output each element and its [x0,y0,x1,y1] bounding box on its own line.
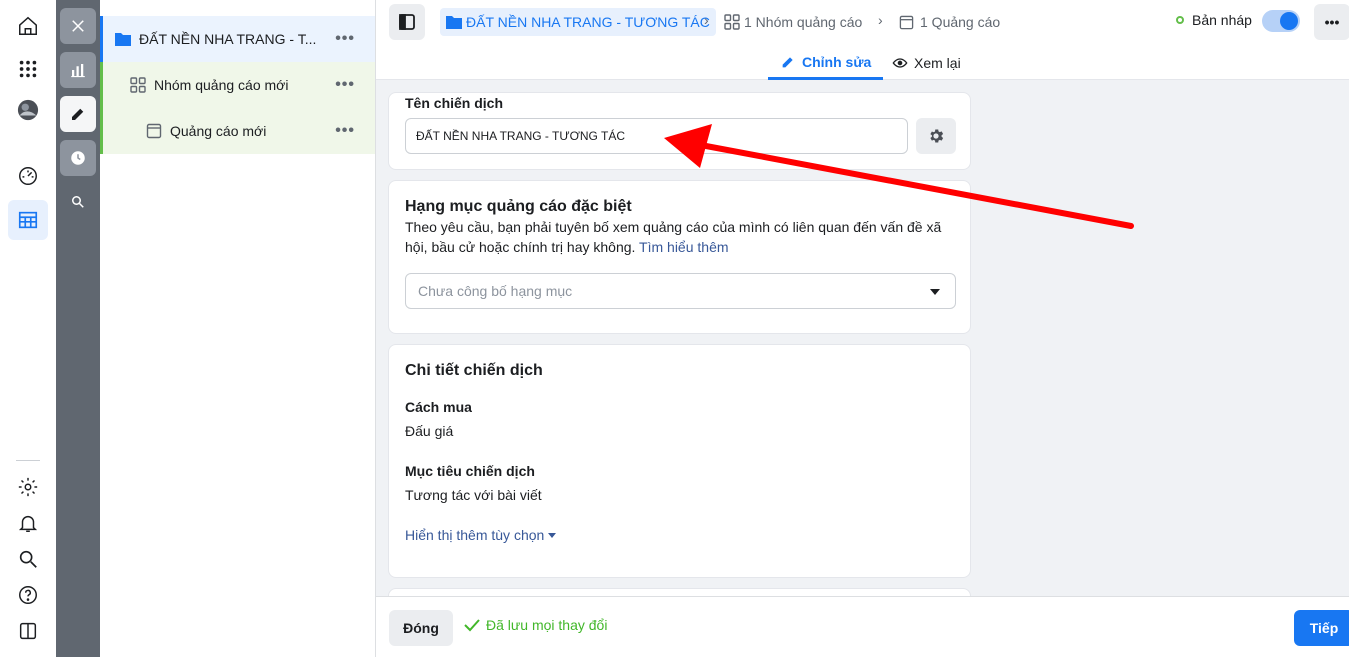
more-options-icon[interactable]: ••• [335,76,355,94]
status-dot-icon [1176,16,1184,24]
editor-footer: Đóng Đã lưu mọi thay đổi Tiếp [376,596,1349,657]
editor-content: Tên chiến dịch ĐẤT NỀN NHA TRANG - TƯƠNG… [376,80,1349,596]
campaign-tree: ĐẤT NỀN NHA TRANG - T... ••• Nhóm quảng … [100,0,376,657]
history-clock-icon[interactable] [60,140,96,176]
draft-status: Bản nháp [1176,12,1252,28]
tree-item-campaign[interactable]: ĐẤT NỀN NHA TRANG - T... ••• [100,16,375,62]
ad-page-icon [899,15,914,30]
eye-icon [892,55,908,71]
edit-pencil-icon[interactable] [60,96,96,132]
breadcrumb-campaign[interactable]: ĐẤT NỀN NHA TRANG - TƯƠNG TÁC [440,8,716,36]
show-more-label: Hiển thị thêm tùy chọn [405,527,545,543]
global-nav [0,0,56,657]
avatar[interactable] [8,90,48,130]
campaign-name-card: Tên chiến dịch ĐẤT NỀN NHA TRANG - TƯƠNG… [388,92,971,170]
reports-chart-icon[interactable] [60,52,96,88]
campaign-name-input[interactable]: ĐẤT NỀN NHA TRANG - TƯƠNG TÁC [405,118,908,154]
objective-value: Tương tác với bài viết [405,487,542,503]
objective-label: Mục tiêu chiến dịch [405,463,535,479]
tree-item-label: ĐẤT NỀN NHA TRANG - T... [139,31,317,47]
tree-item-label: Nhóm quảng cáo mới [154,77,289,93]
draft-toggle[interactable] [1262,10,1300,32]
dashboard-gauge-icon[interactable] [8,156,48,196]
close-button[interactable]: Đóng [389,610,453,646]
campaign-name-label: Tên chiến dịch [405,95,504,111]
adset-grid-icon [724,14,740,30]
search-icon[interactable] [8,539,48,579]
special-category-description: Theo yêu cầu, bạn phải tuyên bố xem quản… [405,217,945,257]
panel-toggle-icon[interactable] [8,611,48,651]
breadcrumb-label: 1 Nhóm quảng cáo [744,14,863,30]
breadcrumb-label: ĐẤT NỀN NHA TRANG - TƯƠNG TÁC [466,14,710,30]
sidebar-toggle-icon[interactable] [389,4,425,40]
next-section-card [388,588,971,596]
buying-type-value: Đấu giá [405,423,454,439]
breadcrumb-label: 1 Quảng cáo [920,14,1001,30]
draft-label: Bản nháp [1192,12,1252,28]
saved-label: Đã lưu mọi thay đổi [486,617,608,633]
ads-manager-table-icon[interactable] [8,200,48,240]
apps-grid-icon[interactable] [8,49,48,89]
chevron-right-icon: › [704,12,709,28]
special-category-card: Hạng mục quảng cáo đặc biệt Theo yêu cầu… [388,180,971,334]
settings-gear-icon[interactable] [916,118,956,154]
tree-item-label: Quảng cáo mới [170,123,267,139]
tree-item-adset[interactable]: Nhóm quảng cáo mới ••• [100,62,375,108]
divider [16,460,40,461]
campaign-details-title: Chi tiết chiến dịch [405,362,543,379]
select-placeholder: Chưa công bố hạng mục [418,283,573,299]
show-more-options-link[interactable]: Hiển thị thêm tùy chọn [405,527,557,543]
close-icon[interactable] [60,8,96,44]
adset-grid-icon [130,77,146,93]
help-icon[interactable] [8,575,48,615]
caret-down-icon [929,288,941,296]
editor-header: ĐẤT NỀN NHA TRANG - TƯƠNG TÁC › 1 Nhóm q… [376,0,1349,80]
learn-more-link[interactable]: Tìm hiểu thêm [639,239,728,255]
buying-type-label: Cách mua [405,399,472,415]
tree-item-ad[interactable]: Quảng cáo mới ••• [100,108,375,154]
ad-page-icon [146,123,162,139]
special-category-title: Hạng mục quảng cáo đặc biệt [405,198,632,215]
tab-edit[interactable]: Chỉnh sửa [768,46,884,80]
tab-label: Chỉnh sửa [802,53,872,70]
caret-down-icon [548,532,557,538]
more-options-button[interactable]: ••• [1314,4,1349,40]
checkmark-icon [464,618,480,632]
inspect-search-icon[interactable] [60,184,96,220]
notifications-bell-icon[interactable] [8,503,48,543]
edit-pencil-icon [780,54,796,70]
settings-gear-icon[interactable] [8,467,48,507]
saved-status: Đã lưu mọi thay đổi [464,617,607,633]
campaign-details-card: Chi tiết chiến dịch Cách mua Đấu giá Mục… [388,344,971,578]
home-icon[interactable] [8,6,48,46]
chevron-right-icon: › [878,12,883,28]
tab-label: Xem lại [914,55,961,71]
more-options-icon[interactable]: ••• [335,122,355,140]
more-options-icon[interactable]: ••• [335,30,355,48]
breadcrumb-ads[interactable]: 1 Quảng cáo [899,8,1000,36]
breadcrumb-adsets[interactable]: 1 Nhóm quảng cáo [724,8,862,36]
next-button[interactable]: Tiếp [1294,610,1349,646]
folder-icon [446,15,462,29]
tab-review[interactable]: Xem lại [882,46,971,80]
special-category-select[interactable]: Chưa công bố hạng mục [405,273,956,309]
folder-icon [115,32,131,46]
tool-rail [56,0,100,657]
